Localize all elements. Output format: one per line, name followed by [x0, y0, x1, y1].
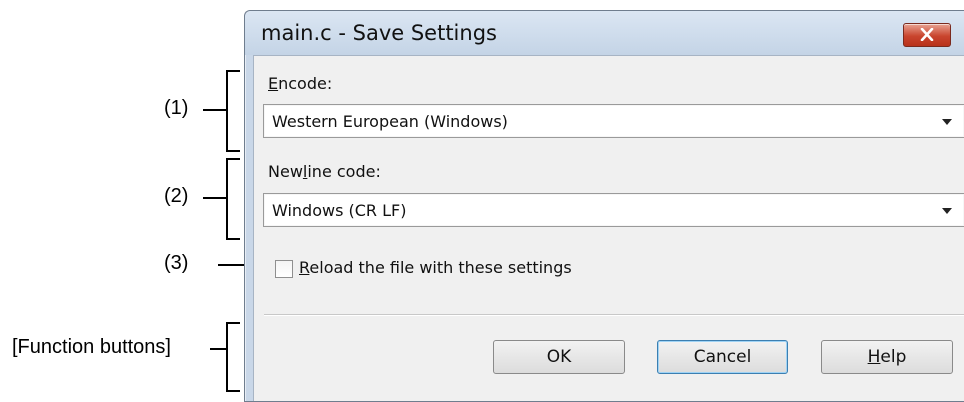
- reload-checkbox[interactable]: [275, 260, 293, 278]
- encode-label: Encode:: [268, 74, 332, 93]
- dialog-client-area: Encode: Western European (Windows) Newli…: [253, 55, 964, 401]
- encode-select[interactable]: Western European (Windows): [263, 104, 964, 138]
- annotation-bracket-2: [226, 158, 240, 240]
- newline-label-text-end: ine code:: [307, 162, 381, 181]
- encode-label-mnemonic: E: [268, 74, 279, 93]
- annotation-bracket-1: [226, 70, 240, 152]
- reload-label-mnemonic: R: [299, 258, 310, 277]
- help-label-mnemonic: H: [867, 347, 881, 367]
- ok-button[interactable]: OK: [493, 340, 625, 374]
- annotation-section-2: (2): [164, 185, 189, 207]
- annotation-tick-function: [210, 348, 227, 350]
- newline-select[interactable]: Windows (CR LF): [263, 193, 964, 227]
- annotation-section-1: (1): [164, 97, 189, 119]
- annotation-bracket-function: [226, 322, 240, 392]
- reload-checkbox-label[interactable]: Reload the file with these settings: [299, 258, 572, 277]
- chevron-down-icon: [942, 119, 952, 125]
- help-label-text: elp: [880, 347, 907, 367]
- annotation-function-buttons: [Function buttons]: [12, 336, 171, 358]
- newline-select-value: Windows (CR LF): [272, 201, 407, 220]
- dialog-title: main.c - Save Settings: [261, 21, 497, 45]
- encode-select-value: Western European (Windows): [272, 112, 508, 131]
- close-button[interactable]: [903, 23, 951, 47]
- encode-label-text: ncode:: [278, 74, 333, 93]
- title-bar: main.c - Save Settings: [245, 11, 964, 55]
- newline-label-text-start: New: [268, 162, 303, 181]
- chevron-down-icon: [942, 208, 952, 214]
- save-settings-dialog: main.c - Save Settings Encode: Western E…: [244, 10, 964, 402]
- separator: [264, 314, 964, 315]
- cancel-button[interactable]: Cancel: [657, 340, 788, 374]
- help-button[interactable]: Help: [821, 340, 953, 374]
- close-icon: [920, 28, 934, 41]
- annotation-section-3: (3): [164, 252, 189, 274]
- annotation-tick-2: [203, 197, 227, 199]
- newline-label: Newline code:: [268, 162, 381, 181]
- annotation-tick-1: [203, 109, 227, 111]
- reload-label-text: eload the file with these settings: [309, 258, 572, 277]
